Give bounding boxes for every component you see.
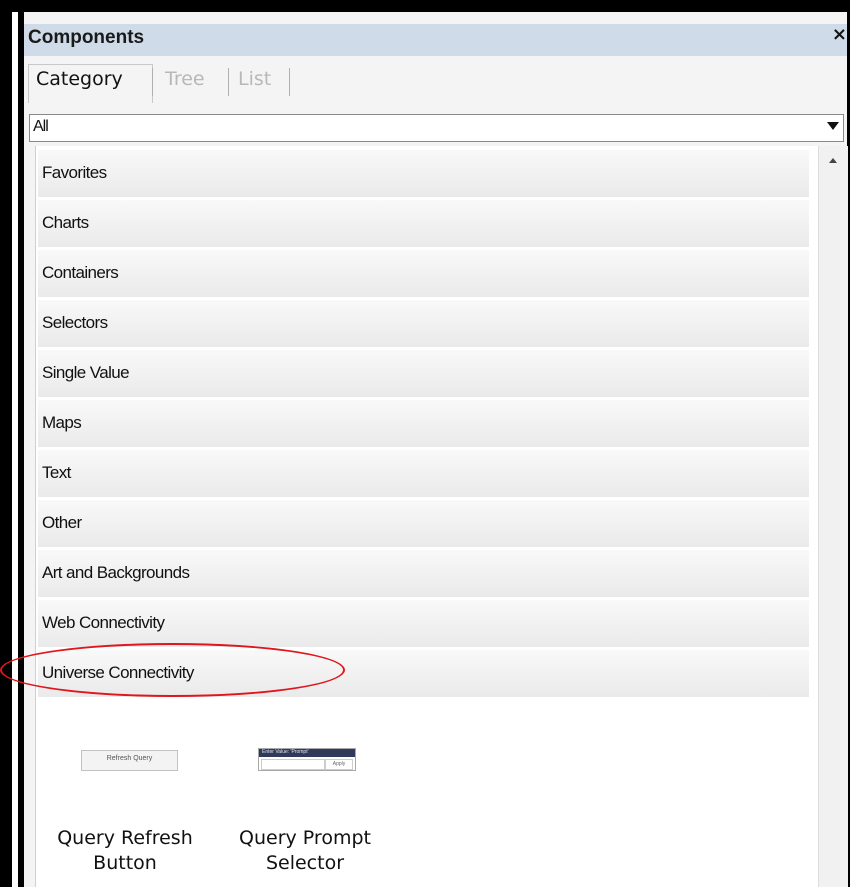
category-web-connectivity[interactable]: Web Connectivity bbox=[38, 600, 809, 649]
category-label: Art and Backgrounds bbox=[42, 563, 190, 582]
component-query-prompt-selector[interactable]: Enter Value: 'Prompt' Apply Query Prompt… bbox=[220, 736, 390, 876]
thumbnail-button-text: Apply bbox=[332, 761, 346, 767]
panel-titlebar: Components × bbox=[24, 24, 847, 56]
category-other[interactable]: Other bbox=[38, 500, 809, 549]
tab-divider bbox=[152, 68, 153, 96]
category-text[interactable]: Text bbox=[38, 450, 809, 499]
category-filter-dropdown[interactable]: All bbox=[29, 114, 844, 142]
component-label: Query Prompt bbox=[239, 827, 371, 849]
tab-category[interactable]: Category bbox=[36, 68, 123, 90]
category-single-value[interactable]: Single Value bbox=[38, 350, 809, 399]
thumbnail-field bbox=[261, 759, 325, 770]
highlight-annotation-ring bbox=[0, 643, 345, 697]
view-tabs: Category Tree List bbox=[24, 64, 847, 103]
category-selectors[interactable]: Selectors bbox=[38, 300, 809, 349]
category-filter-value: All bbox=[33, 118, 49, 135]
category-label: Web Connectivity bbox=[42, 613, 165, 632]
category-label: Containers bbox=[42, 263, 119, 282]
window-frame-top bbox=[0, 0, 850, 12]
window-frame-left bbox=[0, 0, 12, 887]
tab-tree[interactable]: Tree bbox=[165, 68, 205, 90]
thumbnail-header-text: Enter Value: 'Prompt' bbox=[262, 749, 309, 755]
category-label: Single Value bbox=[42, 363, 130, 382]
category-art-and-backgrounds[interactable]: Art and Backgrounds bbox=[38, 550, 809, 599]
category-label: Maps bbox=[42, 413, 82, 432]
components-panel: Components × Category Tree List All Favo… bbox=[24, 12, 848, 887]
panel-title: Components bbox=[28, 27, 145, 48]
category-label: Selectors bbox=[42, 313, 108, 332]
thumbnail-button: Apply bbox=[325, 759, 353, 770]
category-label: Favorites bbox=[42, 163, 107, 182]
vertical-scrollbar[interactable] bbox=[818, 146, 848, 887]
thumbnail-header: Enter Value: 'Prompt' bbox=[259, 749, 355, 757]
scroll-up-arrow-icon[interactable] bbox=[829, 158, 837, 163]
category-favorites[interactable]: Favorites bbox=[38, 150, 809, 199]
query-prompt-thumbnail-icon: Enter Value: 'Prompt' Apply bbox=[258, 748, 356, 771]
category-label: Other bbox=[42, 513, 82, 532]
close-icon[interactable]: × bbox=[832, 24, 847, 45]
category-list: Favorites Charts Containers Selectors Si… bbox=[35, 146, 840, 887]
component-label: Button bbox=[93, 852, 157, 874]
category-label: Charts bbox=[42, 213, 89, 232]
category-charts[interactable]: Charts bbox=[38, 200, 809, 249]
component-query-refresh-button[interactable]: Refresh Query Query Refresh Button bbox=[40, 736, 210, 876]
category-label: Text bbox=[42, 463, 71, 482]
tab-divider bbox=[228, 68, 229, 96]
chevron-down-icon bbox=[827, 122, 839, 130]
component-label: Query Refresh bbox=[57, 827, 193, 849]
thumbnail-text: Refresh Query bbox=[106, 755, 153, 762]
tab-divider bbox=[289, 68, 290, 96]
category-maps[interactable]: Maps bbox=[38, 400, 809, 449]
category-containers[interactable]: Containers bbox=[38, 250, 809, 299]
tab-list[interactable]: List bbox=[238, 68, 271, 90]
query-refresh-thumbnail-icon: Refresh Query bbox=[81, 750, 178, 771]
component-label: Selector bbox=[265, 852, 345, 874]
